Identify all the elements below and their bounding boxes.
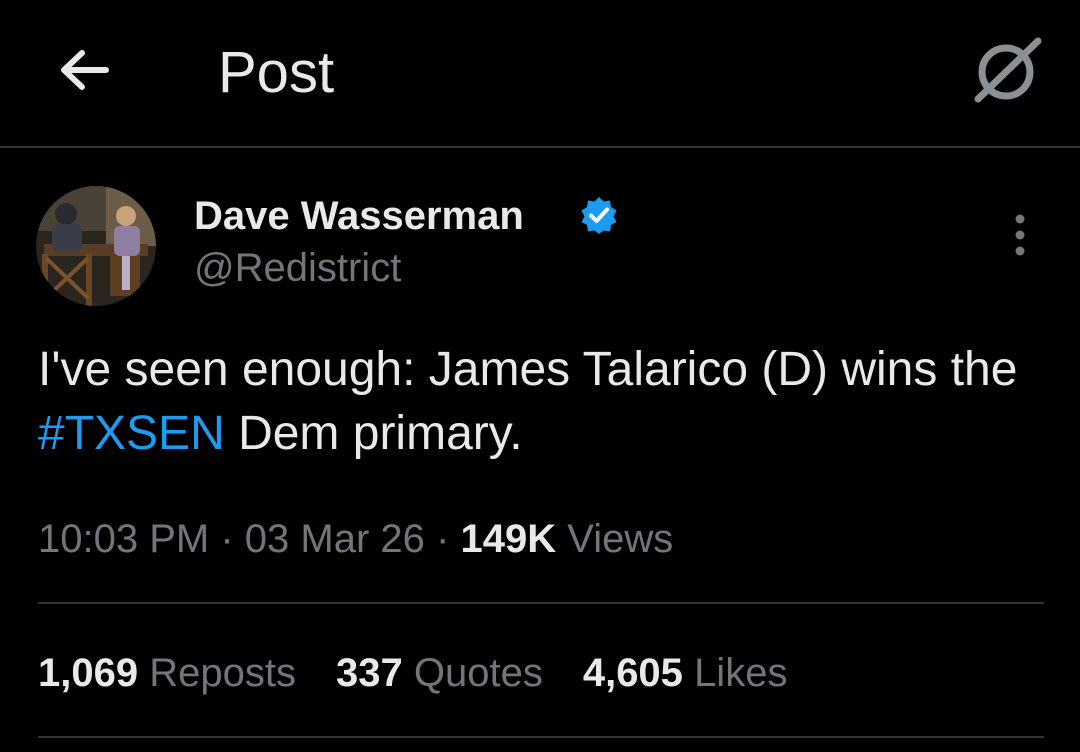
- quotes-count: 337: [335, 651, 403, 695]
- views-label[interactable]: Views: [567, 517, 673, 561]
- page-title: Post: [218, 40, 335, 105]
- author-name[interactable]: Dave Wasserman: [194, 192, 524, 240]
- avatar-image: [36, 186, 156, 306]
- post-metadata: 10:03 PM · 03 Mar 26 · 149K Views: [38, 514, 673, 564]
- post-text-end: Dem primary.: [224, 407, 523, 460]
- likes-label: Likes: [694, 651, 788, 695]
- engagement-stats: 1,069 Reposts 337 Quotes 4,605 Likes: [38, 648, 827, 698]
- divider: [38, 602, 1044, 604]
- post-text-start: I've seen enough: James Talarico (D) win…: [38, 343, 1018, 396]
- grok-icon: [974, 37, 1042, 103]
- likes-count: 4,605: [582, 651, 683, 695]
- more-vertical-icon: [1015, 214, 1025, 256]
- back-button[interactable]: [52, 38, 116, 102]
- quotes-label: Quotes: [413, 651, 543, 695]
- meta-separator: ·: [436, 517, 450, 561]
- post-date[interactable]: 03 Mar 26: [245, 517, 425, 561]
- post-text: I've seen enough: James Talarico (D) win…: [38, 338, 1048, 466]
- verified-badge-icon: [581, 197, 617, 234]
- grok-button[interactable]: [968, 34, 1048, 106]
- arrow-left-icon: [61, 50, 109, 90]
- more-options-button[interactable]: [1000, 212, 1040, 258]
- hashtag-link[interactable]: #TXSEN: [38, 407, 225, 460]
- quotes-stat[interactable]: 337 Quotes: [336, 648, 543, 698]
- author-avatar[interactable]: [36, 186, 156, 306]
- meta-separator: ·: [220, 517, 234, 561]
- top-bar: Post: [0, 0, 1080, 148]
- reposts-stat[interactable]: 1,069 Reposts: [38, 648, 296, 698]
- divider: [38, 736, 1044, 738]
- post-time[interactable]: 10:03 PM: [38, 517, 209, 561]
- reposts-label: Reposts: [149, 651, 296, 695]
- author-handle[interactable]: @Redistrict: [194, 244, 401, 292]
- likes-stat[interactable]: 4,605 Likes: [583, 648, 788, 698]
- views-count[interactable]: 149K: [460, 517, 556, 561]
- reposts-count: 1,069: [38, 651, 139, 695]
